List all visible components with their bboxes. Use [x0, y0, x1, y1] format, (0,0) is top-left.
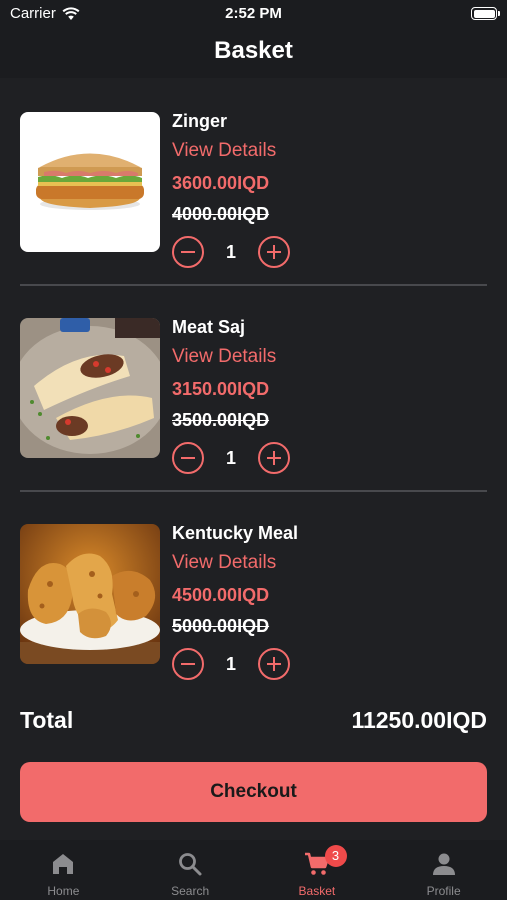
tab-label: Profile: [426, 884, 461, 898]
item-info: Zinger View Details 3600.00IQD 4000.00IQ…: [172, 108, 290, 269]
total-amount: 11250.00IQD: [351, 706, 487, 733]
increase-quantity-button[interactable]: [258, 648, 290, 680]
item-price: 4500.00IQD: [172, 585, 270, 605]
item-image-fried-chicken[interactable]: [20, 524, 160, 664]
item-name: Kentucky Meal: [172, 523, 299, 543]
view-details-link[interactable]: View Details: [172, 136, 290, 166]
quantity-value: 1: [225, 653, 236, 674]
tab-profile[interactable]: Profile: [380, 840, 507, 900]
battery-icon: [471, 7, 500, 20]
minus-icon: [181, 250, 195, 253]
quantity-stepper: 1: [172, 441, 290, 475]
item-price: 3600.00IQD: [172, 173, 270, 193]
item-info: Meat Saj View Details 3150.00IQD 3500.00…: [172, 314, 290, 475]
item-divider: [20, 490, 487, 492]
item-name: Zinger: [172, 111, 228, 131]
plus-icon-vertical: [272, 657, 275, 671]
tab-label: Basket: [298, 884, 336, 898]
item-old-price: 3500.00IQD: [172, 410, 270, 430]
tab-basket[interactable]: 3 Basket: [254, 840, 381, 900]
tab-label: Search: [171, 884, 210, 898]
item-old-price: 5000.00IQD: [172, 616, 270, 636]
decrease-quantity-button[interactable]: [172, 236, 204, 268]
item-info: Kentucky Meal View Details 4500.00IQD 50…: [172, 520, 298, 681]
tab-label: Home: [47, 884, 80, 898]
view-details-link[interactable]: View Details: [172, 342, 290, 372]
home-icon: [53, 854, 74, 874]
status-bar: Carrier 2:52 PM: [0, 0, 507, 28]
item-image-meat-wrap[interactable]: [20, 318, 160, 458]
increase-quantity-button[interactable]: [258, 236, 290, 268]
total-label: Total: [20, 706, 74, 733]
item-old-price: 4000.00IQD: [172, 204, 270, 224]
checkout-button[interactable]: Checkout: [20, 762, 487, 822]
item-image-chicken-sandwich[interactable]: [20, 112, 160, 252]
quantity-stepper: 1: [172, 647, 298, 681]
minus-icon: [181, 662, 195, 665]
minus-icon: [181, 456, 195, 459]
decrease-quantity-button[interactable]: [172, 648, 204, 680]
total-row: Total 11250.00IQD: [20, 703, 487, 737]
quantity-value: 1: [225, 447, 236, 468]
plus-icon-vertical: [272, 245, 275, 259]
item-divider: [20, 284, 487, 286]
decrease-quantity-button[interactable]: [172, 442, 204, 474]
item-price: 3150.00IQD: [172, 379, 270, 399]
search-icon: [179, 853, 202, 876]
view-details-link[interactable]: View Details: [172, 548, 298, 578]
cart-count-badge: 3: [324, 845, 347, 867]
tab-bar: Home Search 3 Basket Profile: [0, 840, 507, 900]
increase-quantity-button[interactable]: [258, 442, 290, 474]
basket-item-meat-saj: Meat Saj View Details 3150.00IQD 3500.00…: [20, 317, 487, 474]
quantity-stepper: 1: [172, 235, 290, 269]
plus-icon-vertical: [272, 451, 275, 465]
item-name: Meat Saj: [172, 317, 246, 337]
tab-home[interactable]: Home: [0, 840, 127, 900]
status-time: 2:52 PM: [225, 5, 282, 22]
tab-search[interactable]: Search: [127, 840, 254, 900]
person-icon: [432, 853, 455, 875]
page-title: Basket: [214, 37, 293, 64]
nav-header: Basket: [0, 28, 507, 78]
quantity-value: 1: [225, 241, 236, 262]
basket-item-kentucky-meal: Kentucky Meal View Details 4500.00IQD 50…: [20, 523, 487, 680]
basket-item-zinger: Zinger View Details 3600.00IQD 4000.00IQ…: [20, 111, 487, 268]
